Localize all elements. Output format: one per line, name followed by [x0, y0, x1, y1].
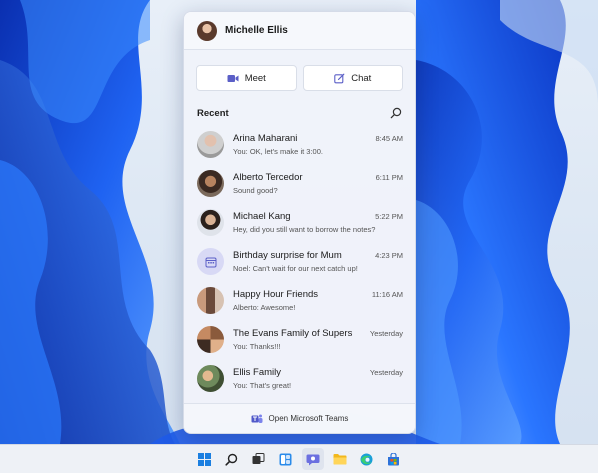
conversation-name: Michael Kang	[233, 211, 291, 222]
taskbar	[0, 444, 598, 473]
avatar	[197, 170, 224, 197]
chat-flyout: Michelle Ellis Meet Chat Recent Arina Ma…	[183, 11, 416, 434]
user-avatar[interactable]	[197, 20, 217, 41]
conversation-time: 5:22 PM	[375, 212, 403, 221]
conversation-item[interactable]: Michael Kang 5:22 PM Hey, did you still …	[184, 203, 415, 242]
conversation-item[interactable]: Arina Maharani 8:45 AM You: OK, let's ma…	[184, 125, 415, 164]
conversation-name: The Evans Family of Supers	[233, 328, 353, 339]
store-icon[interactable]	[383, 448, 405, 470]
conversation-name: Happy Hour Friends	[233, 289, 319, 300]
meet-button[interactable]: Meet	[196, 65, 297, 91]
conversation-time: Yesterday	[369, 368, 403, 377]
search-icon[interactable]	[221, 448, 243, 470]
compose-icon	[334, 73, 345, 83]
open-teams-label: Open Microsoft Teams	[268, 414, 349, 423]
conversation-preview: Hey, did you still want to borrow the no…	[233, 225, 376, 234]
conversation-preview: Sound good?	[233, 186, 278, 195]
conversation-time: 6:11 PM	[375, 173, 403, 182]
conversation-time: Yesterday	[369, 329, 403, 338]
calendar-icon	[205, 257, 216, 267]
conversation-list: Arina Maharani 8:45 AM You: OK, let's ma…	[184, 125, 415, 398]
open-teams-link[interactable]: Open Microsoft Teams	[184, 403, 415, 433]
conversation-name: Alberto Tercedor	[233, 172, 303, 183]
video-camera-icon	[227, 74, 239, 82]
conversation-preview: You: OK, let's make it 3:00.	[233, 147, 323, 156]
teams-chat-icon[interactable]	[301, 448, 324, 470]
file-explorer-icon[interactable]	[329, 448, 351, 470]
meet-label: Meet	[244, 72, 266, 84]
avatar	[197, 209, 224, 236]
conversation-item[interactable]: Alberto Tercedor 6:11 PM Sound good?	[184, 164, 415, 203]
recent-header: Recent	[184, 91, 415, 125]
chat-button[interactable]: Chat	[302, 65, 403, 91]
group-avatar	[197, 365, 224, 392]
search-icon[interactable]	[390, 107, 402, 119]
conversation-item[interactable]: The Evans Family of Supers Yesterday You…	[184, 320, 415, 359]
task-view-icon[interactable]	[248, 448, 270, 470]
conversation-name: Arina Maharani	[233, 133, 298, 144]
recent-title: Recent	[197, 107, 229, 119]
widgets-icon[interactable]	[275, 448, 297, 470]
user-name: Michelle Ellis	[225, 25, 288, 36]
flyout-header: Michelle Ellis	[184, 12, 415, 50]
conversation-time: 11:16 AM	[371, 290, 403, 299]
conversation-time: 4:23 PM	[375, 251, 403, 260]
chat-label: Chat	[351, 72, 372, 84]
conversation-item[interactable]: Birthday surprise for Mum 4:23 PM Noel: …	[184, 242, 415, 281]
windows-start-icon[interactable]	[194, 448, 216, 470]
conversation-preview: You: Thanks!!!	[233, 342, 281, 351]
group-avatar	[197, 326, 224, 353]
conversation-preview: Noel: Can't wait for our next catch up!	[233, 264, 358, 273]
group-avatar	[197, 287, 224, 314]
conversation-item[interactable]: Ellis Family Yesterday You: That's great…	[184, 359, 415, 398]
avatar	[197, 131, 224, 158]
teams-icon	[251, 414, 263, 423]
conversation-name: Birthday surprise for Mum	[233, 250, 342, 261]
conversation-preview: Alberto: Awesome!	[233, 303, 296, 312]
edge-browser-icon[interactable]	[356, 448, 378, 470]
group-calendar-avatar	[197, 248, 224, 275]
conversation-item[interactable]: Happy Hour Friends 11:16 AM Alberto: Awe…	[184, 281, 415, 320]
action-bar: Meet Chat	[184, 50, 415, 91]
conversation-preview: You: That's great!	[233, 381, 292, 390]
conversation-time: 8:45 AM	[375, 134, 403, 143]
conversation-name: Ellis Family	[233, 367, 282, 378]
